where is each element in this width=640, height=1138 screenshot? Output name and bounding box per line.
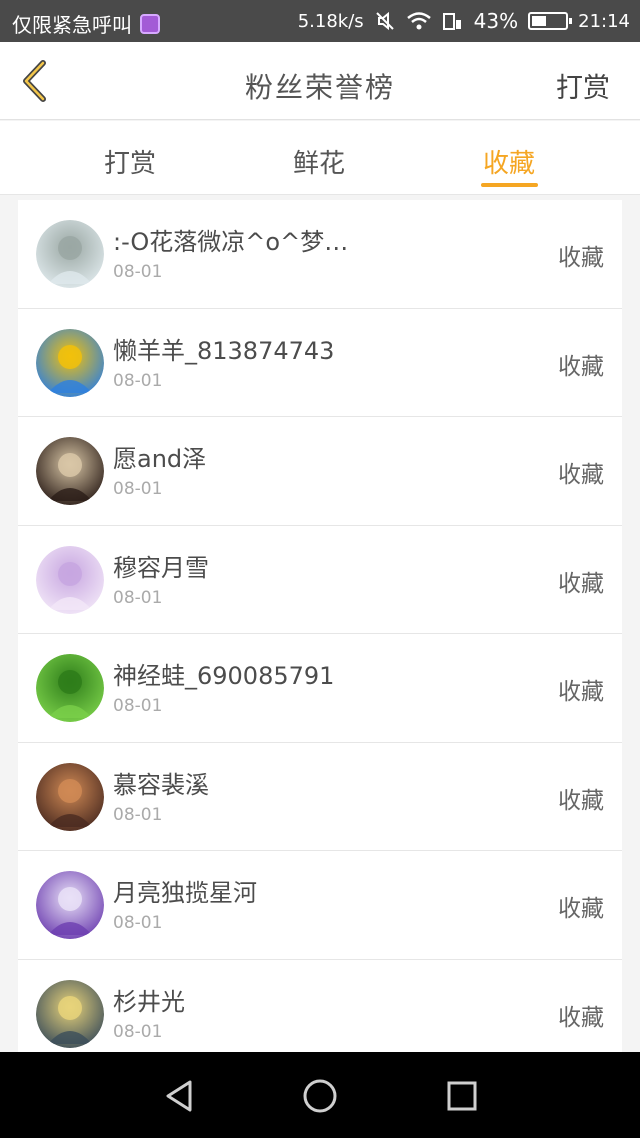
favorite-date: 08-01 bbox=[113, 262, 163, 282]
favorite-label: 收藏 bbox=[558, 353, 604, 380]
tab-bar: 打赏 鲜花 收藏 bbox=[0, 121, 640, 195]
avatar[interactable] bbox=[36, 437, 104, 505]
signal-icon bbox=[442, 10, 464, 32]
list-item[interactable]: 神经蛙_690085791 08-01 收藏 bbox=[18, 634, 622, 743]
favorite-date: 08-01 bbox=[113, 479, 163, 499]
user-name: 慕容裴溪 bbox=[113, 770, 209, 799]
list-item[interactable]: 懒羊羊_813874743 08-01 收藏 bbox=[18, 309, 622, 417]
nav-back-button[interactable] bbox=[160, 1076, 200, 1116]
net-speed: 5.18k/s bbox=[297, 10, 364, 32]
avatar[interactable] bbox=[36, 654, 104, 722]
page-title: 粉丝荣誉榜 bbox=[244, 71, 395, 104]
favorite-label: 收藏 bbox=[558, 245, 604, 271]
avatar[interactable] bbox=[36, 762, 104, 831]
mute-icon bbox=[374, 10, 396, 32]
clock: 21:14 bbox=[578, 10, 630, 32]
avatar[interactable] bbox=[36, 979, 104, 1048]
user-name: 神经蛙_690085791 bbox=[113, 662, 335, 690]
avatar[interactable] bbox=[36, 220, 104, 288]
favorite-label: 收藏 bbox=[558, 679, 604, 705]
home-circle-icon bbox=[303, 1079, 337, 1113]
status-right: 5.18k/s 43% 21:14 bbox=[298, 9, 630, 33]
list-item[interactable]: :-O花落微凉^o^梦… 08-01 收藏 bbox=[18, 200, 622, 309]
list-item[interactable]: 杉井光 08-01 收藏 bbox=[18, 960, 622, 1053]
user-name: 愿and泽 bbox=[113, 445, 207, 473]
reward-button[interactable]: 打赏 bbox=[556, 66, 610, 105]
fan-list: :-O花落微凉^o^梦… 08-01 收藏 懒羊羊_813874743 08-01 收藏愿… bbox=[18, 200, 622, 1052]
user-name: 懒羊羊_813874743 bbox=[113, 336, 335, 365]
favorite-date: 08-01 bbox=[113, 696, 163, 716]
carrier-text: 仅限紧急呼叫 bbox=[12, 13, 132, 37]
user-name: 穆容月雪 bbox=[113, 553, 209, 582]
gallery-notification-icon bbox=[140, 13, 160, 34]
favorite-label: 收藏 bbox=[558, 570, 604, 597]
favorite-date: 08-01 bbox=[113, 1021, 163, 1042]
active-tab-indicator bbox=[481, 183, 538, 187]
header: 粉丝荣誉榜 打赏 bbox=[0, 42, 640, 120]
avatar[interactable] bbox=[36, 871, 104, 939]
favorite-date: 08-01 bbox=[113, 370, 163, 391]
user-name: :-O花落微凉^o^梦… bbox=[113, 228, 349, 256]
nav-home-button[interactable] bbox=[300, 1076, 340, 1116]
status-left: 仅限紧急呼叫 bbox=[12, 9, 160, 38]
tab-favorites[interactable]: 收藏 bbox=[483, 143, 535, 180]
favorite-date: 08-01 bbox=[113, 587, 163, 608]
back-triangle-icon bbox=[166, 1080, 192, 1112]
favorite-label: 收藏 bbox=[558, 787, 604, 814]
list-item[interactable]: 穆容月雪 08-01 收藏 bbox=[18, 526, 622, 634]
nav-recents-button[interactable] bbox=[442, 1076, 482, 1116]
avatar[interactable] bbox=[36, 545, 104, 614]
list-item[interactable]: 慕容裴溪 08-01 收藏 bbox=[18, 743, 622, 851]
recents-square-icon bbox=[447, 1081, 477, 1111]
list-item[interactable]: 愿and泽 08-01 收藏 bbox=[18, 417, 622, 526]
favorite-date: 08-01 bbox=[113, 804, 163, 825]
navigation-bar bbox=[0, 1052, 640, 1138]
tab-flowers[interactable]: 鲜花 bbox=[293, 143, 345, 180]
wifi-icon bbox=[406, 10, 432, 32]
favorite-label: 收藏 bbox=[558, 462, 604, 488]
favorite-label: 收藏 bbox=[558, 1004, 604, 1031]
battery-percent: 43% bbox=[473, 9, 519, 33]
status-bar: 仅限紧急呼叫 5.18k/s 43% 21:14 bbox=[0, 0, 640, 42]
user-name: 杉井光 bbox=[113, 987, 185, 1016]
battery-icon bbox=[528, 12, 573, 30]
list-item[interactable]: 月亮独揽星河 08-01 收藏 bbox=[18, 851, 622, 960]
favorite-date: 08-01 bbox=[113, 913, 163, 933]
tab-reward[interactable]: 打赏 bbox=[104, 143, 156, 180]
user-name: 月亮独揽星河 bbox=[113, 879, 257, 907]
favorite-label: 收藏 bbox=[558, 896, 604, 922]
avatar[interactable] bbox=[36, 328, 104, 397]
